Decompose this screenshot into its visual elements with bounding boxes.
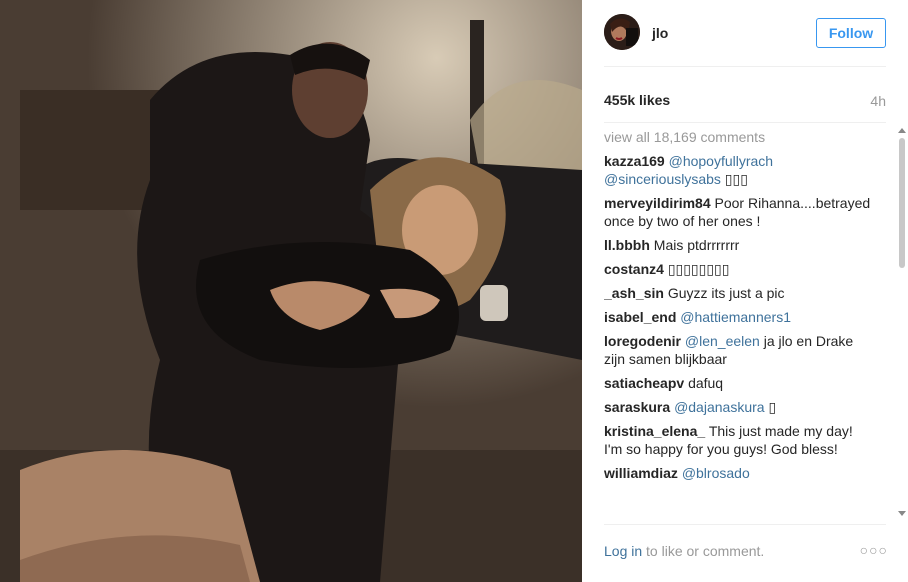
scroll-thumb[interactable] [899,138,905,268]
likes-count[interactable]: 455k likes [604,92,670,108]
comment-item: isabel_end @hattiemanners1 [604,308,874,326]
login-prompt: Log in to like or comment. [604,543,764,559]
follow-button[interactable]: Follow [816,18,886,48]
comment-username[interactable]: loregodenir [604,333,681,349]
login-link[interactable]: Log in [604,543,642,559]
instagram-post: jlo Follow 455k likes 4h view all 18,169… [0,0,908,582]
comment-username[interactable]: isabel_end [604,309,676,325]
comment-text: dafuq [688,375,724,391]
comment-text: ▯▯▯ [720,171,748,187]
comment-username[interactable]: costanz4 [604,261,664,277]
comment-mention[interactable]: @hattiemanners1 [680,309,791,325]
username[interactable]: jlo [652,25,668,41]
avatar-image [604,14,640,50]
login-prompt-text: to like or comment. [642,543,765,559]
comment-item: costanz4 ▯▯▯▯▯▯▯▯ [604,260,874,278]
comment-text: ▯ [764,399,777,415]
post-header: jlo Follow [582,0,888,66]
comment-username[interactable]: saraskura [604,399,670,415]
comment-item: saraskura @dajanaskura ▯ [604,398,874,416]
comments-list[interactable]: view all 18,169 comments kazza169 @hopoy… [604,128,874,516]
more-options-icon[interactable]: ○○○ [860,542,888,558]
likes-divider [604,122,886,123]
comment-username[interactable]: ll.bbbh [604,237,650,253]
comment-username[interactable]: satiacheapv [604,375,684,391]
comment-username[interactable]: kazza169 [604,153,665,169]
comment-text: Mais ptdrrrrrrr [653,237,740,253]
comment-username[interactable]: merveyildirim84 [604,195,711,211]
view-all-comments-link[interactable]: view all 18,169 comments [604,128,874,146]
comment-mention[interactable]: @blrosado [682,465,750,481]
comment-item: kristina_elena_ This just made my day! I… [604,422,874,458]
scroll-up-arrow-icon[interactable] [898,128,906,133]
avatar[interactable] [604,14,640,50]
header-divider [604,66,886,67]
comment-mention[interactable]: @len_eelen [685,333,760,349]
comment-text: Guyzz its just a pic [667,285,785,301]
post-photo[interactable] [0,0,582,582]
comment-mention[interactable]: @dajanaskura [674,399,765,415]
comment-username[interactable]: _ash_sin [604,285,664,301]
comment-item: kazza169 @hopoyfullyrach @sinceriouslysa… [604,152,874,188]
post-side-panel: jlo Follow 455k likes 4h view all 18,169… [582,0,908,582]
comments-scrollbar[interactable] [898,128,906,516]
comment-item: ll.bbbh Mais ptdrrrrrrr [604,236,874,254]
comment-username[interactable]: williamdiaz [604,465,678,481]
comment-item: williamdiaz @blrosado [604,464,874,482]
comment-item: merveyildirim84 Poor Rihanna....betrayed… [604,194,874,230]
comment-username[interactable]: kristina_elena_ [604,423,705,439]
comment-item: satiacheapv dafuq [604,374,874,392]
comment-item: _ash_sin Guyzz its just a pic [604,284,874,302]
post-time: 4h [870,93,886,109]
photo-illustration [0,0,582,582]
comment-text: ▯▯▯▯▯▯▯▯ [667,261,730,277]
scroll-down-arrow-icon[interactable] [898,511,906,516]
footer-divider [604,524,886,525]
comment-item: loregodenir @len_eelen ja jlo en Drake z… [604,332,874,368]
